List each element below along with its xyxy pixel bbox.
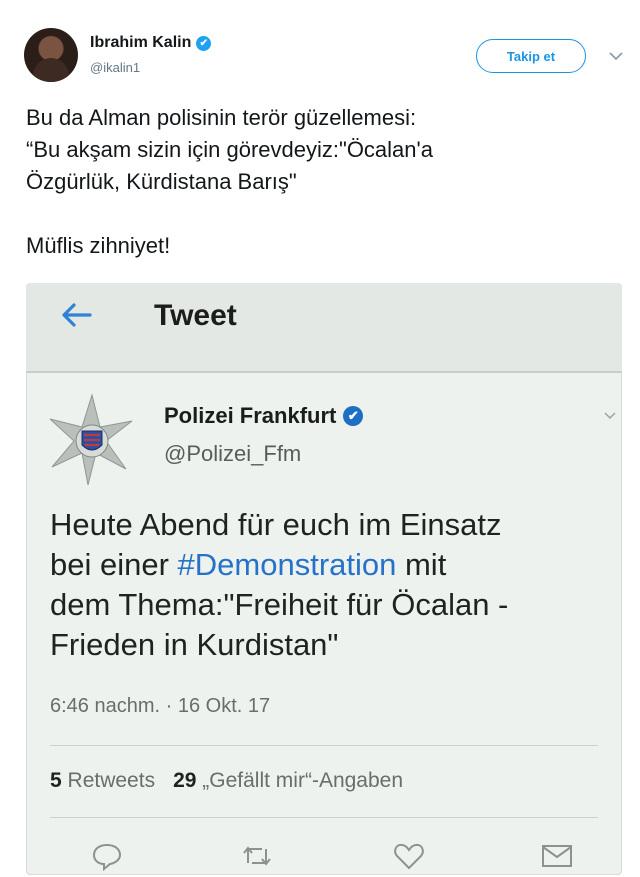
author-name[interactable]: Ibrahim Kalin ✔ [90,34,212,52]
retweets-label: Retweets [67,769,156,792]
embedded-stats: 5 Retweets 29 „Gefällt mir“-Angaben [50,769,403,793]
tweet-header: Ibrahim Kalin ✔ @ikalin1 Takip et [24,28,624,84]
tweet-line: Müflis zihniyet! [26,233,171,258]
hashtag-link: #Demonstration [177,547,397,582]
retweets-count: 5 [50,769,62,792]
tweet-line: “Bu akşam sizin için görevdeyiz:"Öcalan'… [26,137,433,162]
message-icon [540,841,574,871]
avatar[interactable] [24,28,78,82]
photo-app-bar: Tweet [26,283,622,373]
reply-icon [90,841,124,872]
embedded-line: bei einer #Demonstration mit [50,545,610,585]
embedded-account-name-text: Polizei Frankfurt [164,403,337,428]
divider [50,745,598,746]
chevron-down-icon[interactable] [606,46,626,66]
verified-badge-icon: ✔ [196,35,212,51]
chevron-down-icon [604,407,616,425]
tweet-text: Bu da Alman polisinin terör güzellemesi:… [26,102,616,262]
photo-bar-title: Tweet [154,299,237,332]
divider [50,817,598,818]
back-arrow-icon [58,297,94,342]
embedded-line-part: bei einer [50,547,178,582]
embedded-line: Heute Abend für euch im Einsatz [50,507,502,542]
embedded-line: Frieden in Kurdistan" [50,627,339,662]
retweet-icon [240,841,274,871]
embedded-timestamp: 6:46 nachm. · 16 Okt. 17 [50,695,271,717]
author-name-text[interactable]: Ibrahim Kalin [90,34,191,52]
follow-button[interactable]: Takip et [476,39,586,73]
embedded-photo[interactable]: Tweet Polizei Frankfurt ✔ @Polizei_Ffm H… [26,283,622,875]
likes-label: „Gefällt mir“-Angaben [202,769,404,792]
verified-badge-icon: ✔ [343,406,364,426]
tweet-line: Özgürlük, Kürdistana Barış" [26,169,297,194]
likes-count: 29 [173,769,197,792]
embedded-line: dem Thema:"Freiheit für Öcalan - [50,587,509,622]
embedded-line-part: mit [396,547,447,582]
embedded-action-bar [26,841,622,875]
police-logo-avatar [44,391,140,487]
embedded-account-name: Polizei Frankfurt ✔ [164,403,364,429]
embedded-account-handle: @Polizei_Ffm [164,441,302,466]
author-handle[interactable]: @ikalin1 [90,60,140,75]
like-icon [392,841,426,871]
embedded-tweet-text: Heute Abend für euch im Einsatz bei eine… [50,505,610,665]
tweet-line: Bu da Alman polisinin terör güzellemesi: [26,105,417,130]
